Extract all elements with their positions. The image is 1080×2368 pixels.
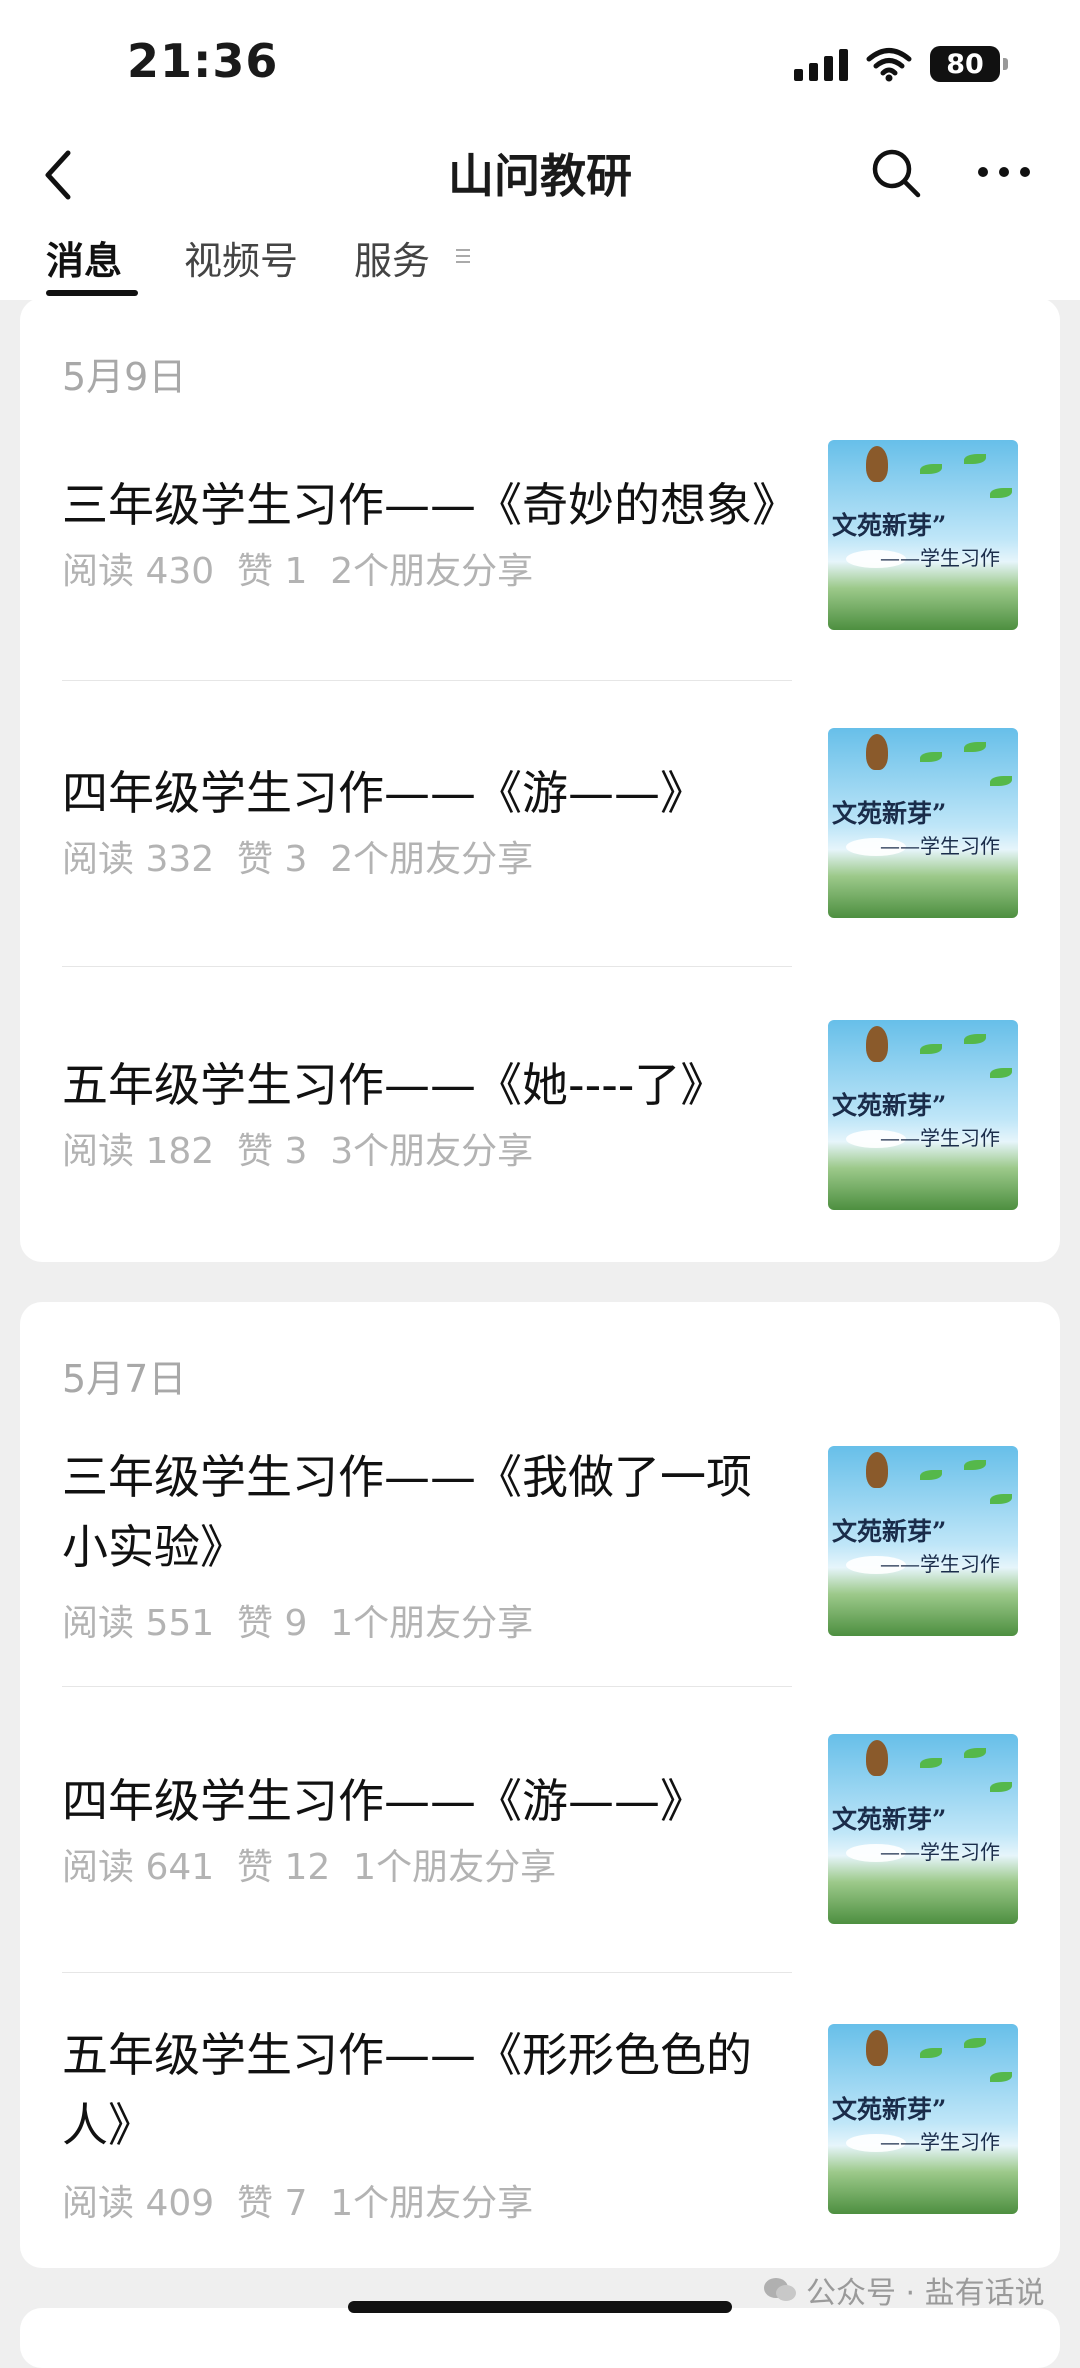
thumbnail-subtitle: ——学生习作	[880, 1552, 1000, 1576]
bird-icon	[866, 1026, 888, 1062]
thumbnail-title: 文苑新芽”	[832, 1091, 947, 1120]
watermark-text: 公众号 · 盐有话说	[806, 2276, 1045, 2311]
bird-icon	[866, 2030, 888, 2066]
menu-icon[interactable]	[454, 246, 472, 266]
divider	[62, 1686, 792, 1687]
tab-messages[interactable]: 消息	[46, 230, 122, 285]
article-meta: 阅读 641 赞 12 1个朋友分享	[62, 1847, 557, 1888]
divider	[62, 680, 792, 681]
article-title: 四年级学生习作——《游——》	[62, 1774, 706, 1828]
message-group-card: 5月9日 三年级学生习作——《奇妙的想象》 阅读 430 赞 1 2个朋友分享 …	[20, 298, 1060, 1262]
status-icons: 80	[794, 42, 1008, 86]
thumbnail-title: 文苑新芽”	[832, 799, 947, 828]
article-title: 五年级学生习作——《她----了》	[62, 1058, 727, 1112]
thumbnail-subtitle: ——学生习作	[880, 1126, 1000, 1150]
tab-bar: 消息 视频号 服务	[0, 222, 1080, 296]
article-meta: 阅读 182 赞 3 3个朋友分享	[62, 1131, 534, 1172]
group-date: 5月7日	[62, 1357, 187, 1401]
wechat-icon	[764, 2278, 796, 2301]
thumbnail-subtitle: ——学生习作	[880, 546, 1000, 570]
home-indicator[interactable]	[348, 2301, 732, 2313]
tab-services[interactable]: 服务	[354, 230, 430, 285]
article-thumbnail: 文苑新芽” ——学生习作	[828, 1446, 1018, 1636]
tab-channels[interactable]: 视频号	[184, 230, 298, 285]
thumbnail-title: 文苑新芽”	[832, 1517, 947, 1546]
top-bar: 21:36 80 山问教研 消息 视频号 服务	[0, 0, 1080, 300]
article-title: 五年级学生习作——《形形色色的人》	[62, 2028, 752, 2152]
bird-icon	[866, 1740, 888, 1776]
article-title: 三年级学生习作——《我做了一项小实验》	[62, 1450, 752, 1574]
article-thumbnail: 文苑新芽” ——学生习作	[828, 728, 1018, 918]
next-card-peek	[20, 2308, 1060, 2368]
battery-icon: 80	[930, 46, 1008, 82]
article-thumbnail: 文苑新芽” ——学生习作	[828, 1734, 1018, 1924]
article-meta: 阅读 332 赞 3 2个朋友分享	[62, 839, 534, 880]
group-date: 5月9日	[62, 355, 187, 399]
divider	[62, 1972, 792, 1973]
bird-icon	[866, 734, 888, 770]
more-icon[interactable]	[976, 160, 1032, 184]
thumbnail-subtitle: ——学生习作	[880, 1840, 1000, 1864]
wifi-icon	[866, 48, 912, 82]
divider	[62, 966, 792, 967]
signal-icon	[794, 47, 848, 81]
thumbnail-title: 文苑新芽”	[832, 2095, 947, 2124]
thumbnail-subtitle: ——学生习作	[880, 834, 1000, 858]
article-meta: 阅读 430 赞 1 2个朋友分享	[62, 551, 534, 592]
article-title: 四年级学生习作——《游——》	[62, 766, 706, 820]
thumbnail-subtitle: ——学生习作	[880, 2130, 1000, 2154]
active-tab-indicator	[46, 290, 138, 296]
article-title: 三年级学生习作——《奇妙的想象》	[62, 478, 798, 532]
search-icon[interactable]	[868, 145, 922, 199]
bird-icon	[866, 1452, 888, 1488]
thumbnail-title: 文苑新芽”	[832, 1805, 947, 1834]
article-meta: 阅读 409 赞 7 1个朋友分享	[62, 2183, 534, 2224]
watermark: 公众号 · 盐有话说	[762, 2268, 1045, 2312]
article-thumbnail: 文苑新芽” ——学生习作	[828, 440, 1018, 630]
bird-icon	[866, 446, 888, 482]
article-thumbnail: 文苑新芽” ——学生习作	[828, 1020, 1018, 1210]
article-thumbnail: 文苑新芽” ——学生习作	[828, 2024, 1018, 2214]
status-time: 21:36	[127, 34, 279, 88]
thumbnail-title: 文苑新芽”	[832, 511, 947, 540]
article-meta: 阅读 551 赞 9 1个朋友分享	[62, 1603, 534, 1644]
message-group-card: 5月7日 三年级学生习作——《我做了一项小实验》 阅读 551 赞 9 1个朋友…	[20, 1302, 1060, 2268]
